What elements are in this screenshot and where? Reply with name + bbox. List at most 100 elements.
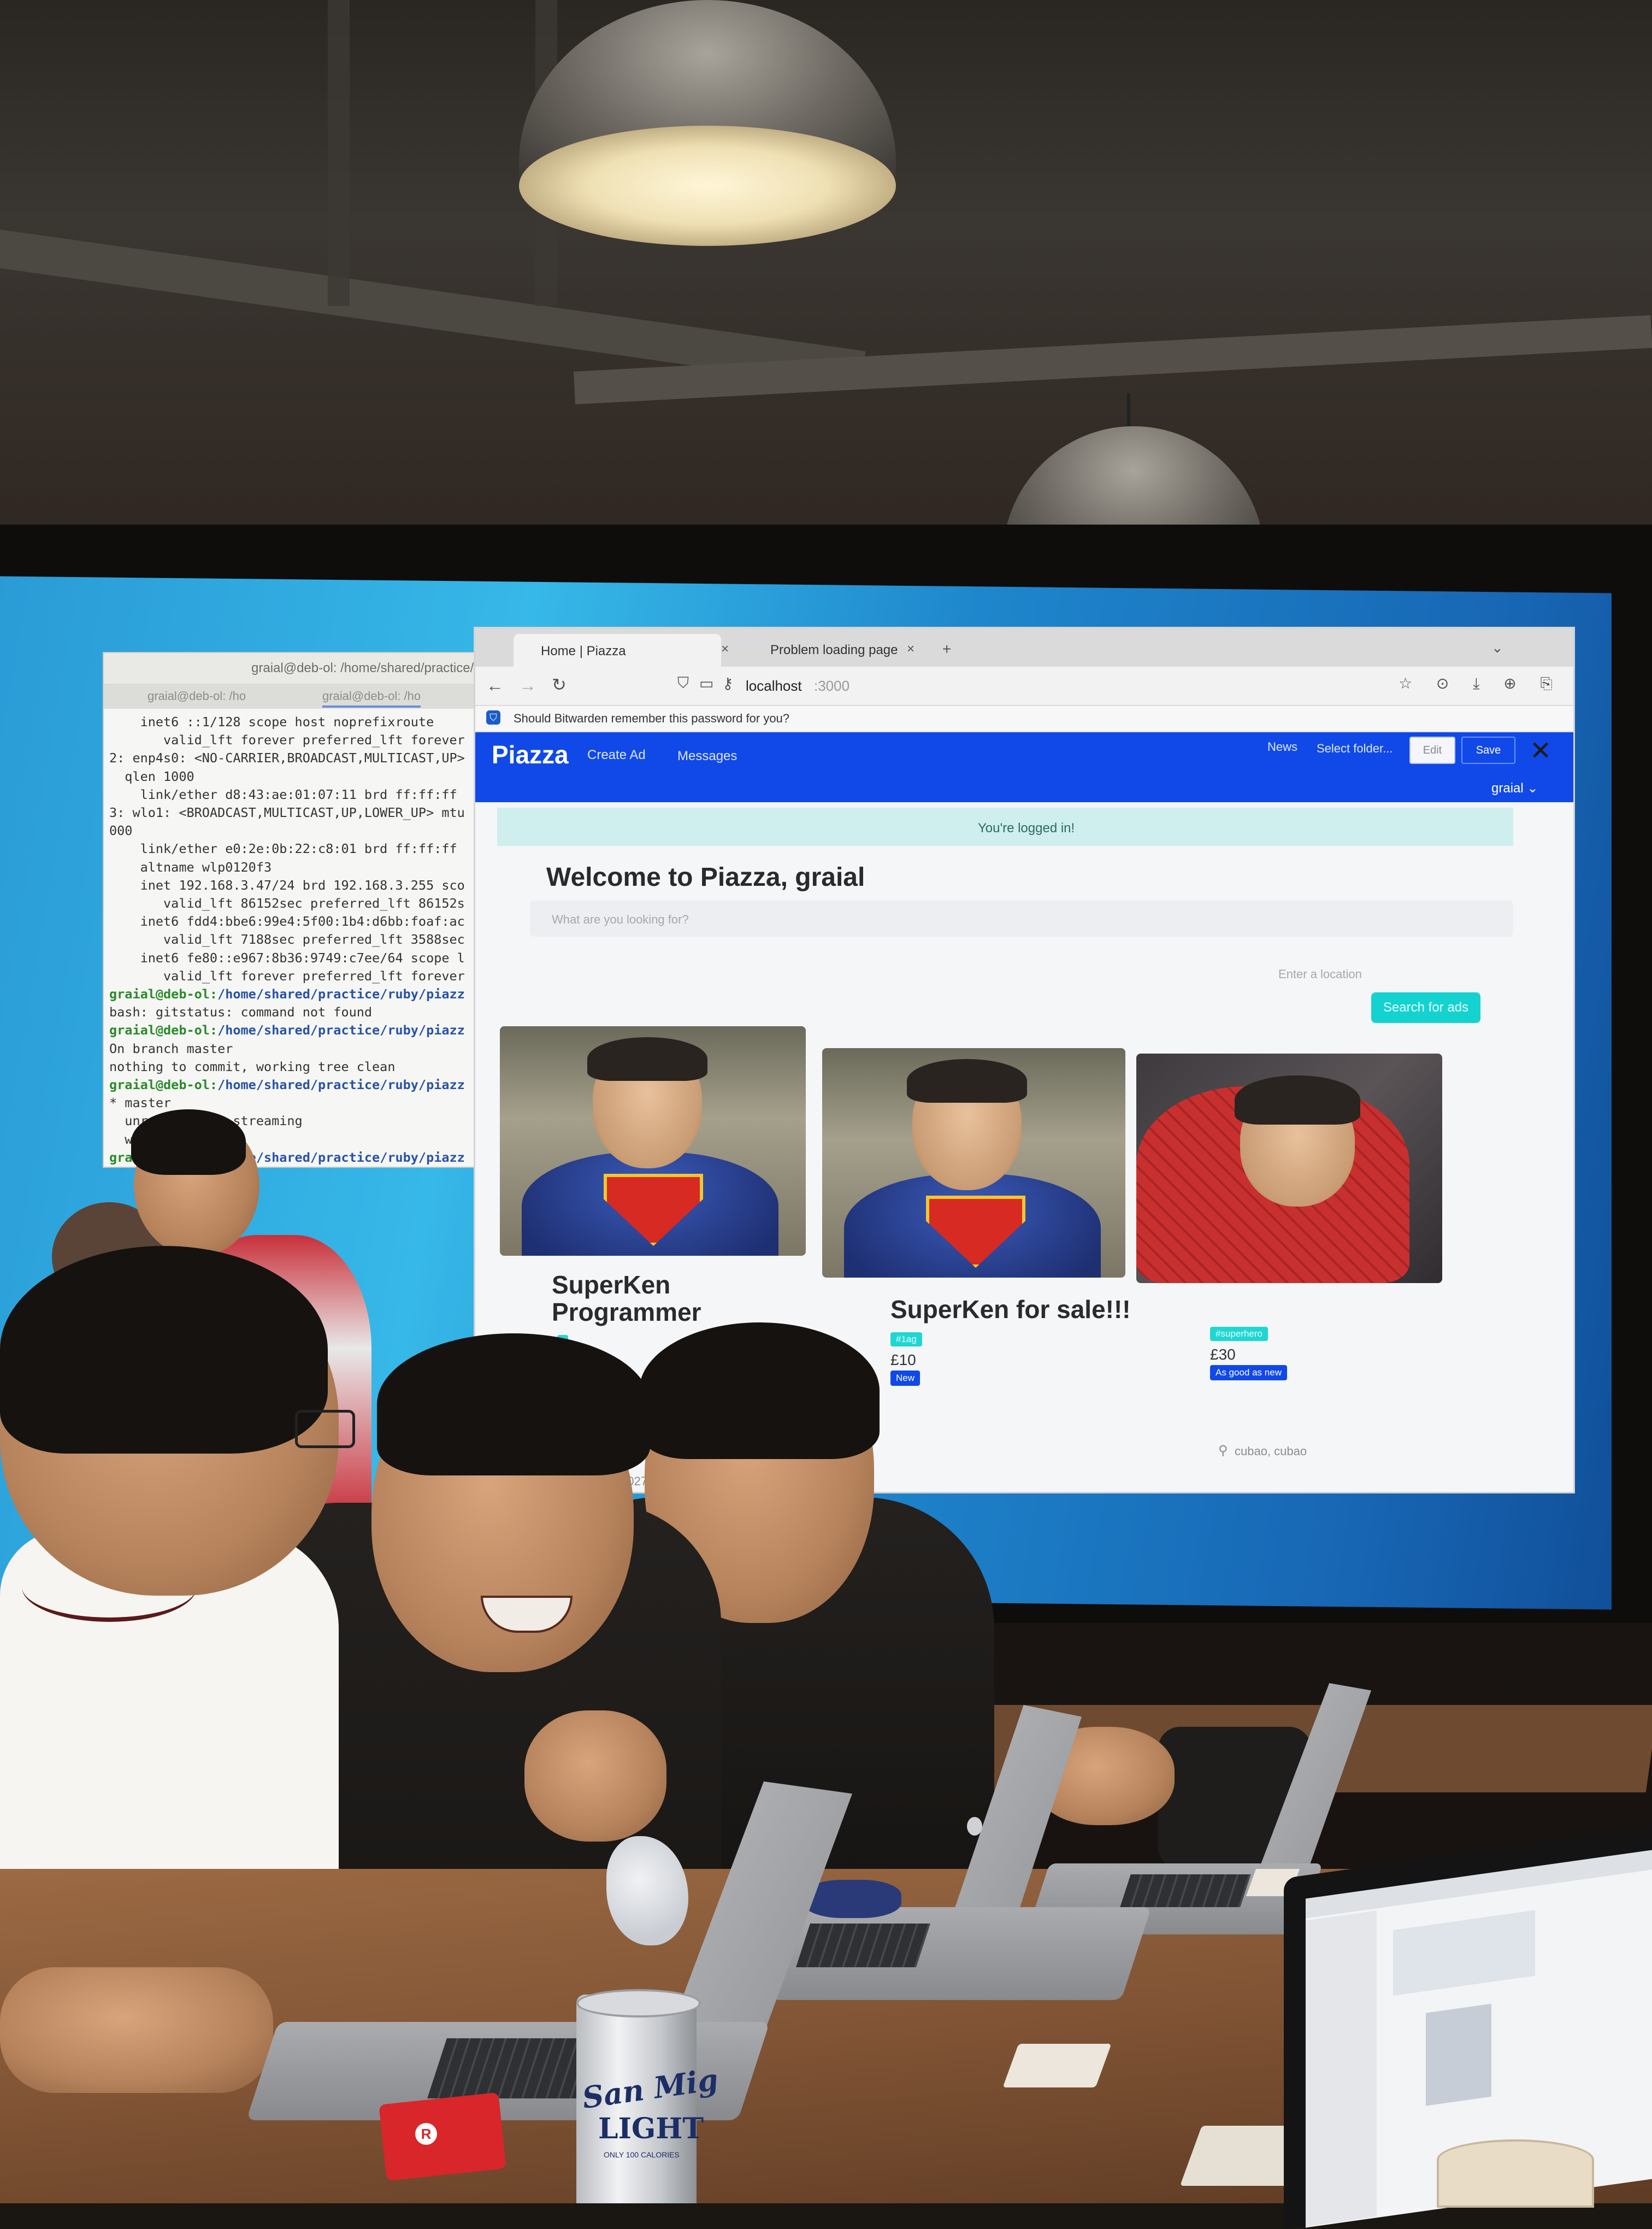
- terminal-line: On branch master: [109, 1040, 233, 1056]
- user-name: graial: [1491, 781, 1524, 796]
- terminal-output: inet6 ::1/128 scope host noprefixroute v…: [109, 713, 508, 1167]
- terminal-line: nothing to commit, working tree clean: [109, 1058, 396, 1074]
- apple-logo-icon: [967, 1817, 982, 1836]
- login-alert-text: You're logged in!: [978, 821, 1075, 836]
- app-navbar: Piazza Create Ad Messages News Select fo…: [475, 732, 1573, 775]
- person-right-hair: [639, 1322, 880, 1459]
- close-tab-icon[interactable]: ×: [907, 642, 914, 657]
- new-tab-icon[interactable]: +: [942, 640, 951, 658]
- hair: [907, 1059, 1027, 1103]
- reload-icon[interactable]: ↻: [552, 674, 567, 695]
- laptop-post-image: [1426, 2003, 1491, 2106]
- terminal-titlebar[interactable]: graial@deb-ol: /home/shared/practice/r: [104, 653, 508, 685]
- terminal-title: graial@deb-ol: /home/shared/practice/r: [251, 661, 479, 675]
- nav-create-ad[interactable]: Create Ad: [587, 748, 646, 763]
- password-prompt-text: Should Bitwarden remember this password …: [514, 711, 790, 725]
- terminal-prompt-path: /home/shared/practice/ruby/piazz: [217, 1077, 465, 1093]
- hair: [1235, 1075, 1360, 1125]
- terminal-line: graial@deb-ol:/home/shared/practice/ruby…: [109, 1021, 508, 1039]
- url-port: :3000: [814, 678, 850, 694]
- laptop-post-image: [1393, 1910, 1535, 1996]
- browser-tab-problem[interactable]: Problem loading page: [770, 643, 898, 658]
- terminal-line: valid_lft forever preferred_lft forever: [109, 968, 465, 984]
- terminal-line: link/ether d8:43:ae:01:07:11 brd ff:ff:f…: [109, 786, 457, 802]
- save-button[interactable]: Save: [1461, 737, 1515, 764]
- terminal-prompt-path: /home/shared/practice/ruby/piazz: [217, 986, 465, 1002]
- terminal-window[interactable]: graial@deb-ol: /home/shared/practice/r g…: [104, 653, 508, 1167]
- terminal-line: valid_lft 7188sec preferred_lft 3588sec: [109, 932, 465, 948]
- forward-arrow-icon[interactable]: →: [519, 675, 536, 696]
- listing-image[interactable]: [1136, 1054, 1442, 1283]
- terminal-tab-active[interactable]: graial@deb-ol: /ho: [322, 689, 421, 708]
- location-input[interactable]: Enter a location: [1278, 967, 1362, 981]
- coaster: [1002, 2044, 1112, 2087]
- listing-tag[interactable]: #1ag: [890, 1332, 922, 1346]
- terminal-line: qlen 1000: [109, 768, 194, 784]
- edit-button[interactable]: Edit: [1409, 737, 1455, 764]
- close-icon[interactable]: ✕: [1530, 736, 1551, 766]
- shield-icon[interactable]: ⛉: [677, 674, 689, 692]
- terminal-line: inet6 ::1/128 scope host noprefixroute: [109, 714, 434, 730]
- chevron-down-icon[interactable]: ⌄: [1491, 639, 1503, 656]
- terminal-prompt-user: graial@deb-ol:: [109, 1022, 218, 1038]
- listing-condition-badge: New: [890, 1371, 921, 1386]
- terminal-line: graial@deb-ol:/home/shared/practice/ruby…: [109, 985, 508, 1003]
- listing-location: cubao, cubao: [1235, 1444, 1307, 1458]
- laptop-app-sidebar: [1306, 1910, 1377, 2227]
- listing-title[interactable]: SuperKen for sale!!!: [890, 1294, 1131, 1325]
- terminal-line: inet6 fe80::e967:8b36:9749:c7ee/64 scope…: [109, 950, 465, 966]
- person-middle-fist: [524, 1710, 666, 1842]
- url-bar[interactable]: localhost: [746, 678, 802, 695]
- back-arrow-icon[interactable]: ←: [486, 675, 504, 696]
- listing-tag[interactable]: #superhero: [1210, 1327, 1268, 1341]
- key-icon[interactable]: ⚷: [722, 674, 734, 692]
- person-left-arm: [0, 1967, 273, 2093]
- red-box-logo: R: [415, 2123, 437, 2145]
- person-middle-hair: [377, 1333, 650, 1475]
- close-tab-icon[interactable]: ×: [721, 642, 729, 657]
- listing-image[interactable]: [822, 1048, 1125, 1278]
- beer-can-top: [576, 1989, 701, 2018]
- terminal-line: * master: [109, 1095, 172, 1111]
- lamp-light: [519, 126, 896, 246]
- browser-window: Home | Piazza × Problem loading page × +…: [475, 628, 1573, 1492]
- user-menu[interactable]: graial ⌄: [1491, 780, 1538, 796]
- terminal-line: graial@deb-ol:/home/shared/practice/ruby…: [109, 1076, 508, 1094]
- app-brand[interactable]: Piazza: [492, 740, 569, 769]
- terminal-line: inet6 fdd4:bbe6:99e4:5f00:1b4:d6bb:foaf:…: [109, 914, 465, 930]
- listing-price: £10: [890, 1351, 916, 1368]
- toolbar-extension-icons[interactable]: ☆ ⊙ ⤓ ⊕ ⎘ ≡: [1399, 674, 1573, 693]
- user-bar: graial ⌄: [475, 775, 1573, 802]
- red-snack-box: [379, 2092, 506, 2181]
- laptop-keyboard: [1120, 1874, 1251, 1907]
- standing-person-hair: [131, 1109, 246, 1175]
- terminal-line: altname wlp0120f3: [109, 859, 272, 875]
- browser-toolbar: ← → ↻ ⛉ ▭ ⚷ localhost :3000 ☆ ⊙ ⤓ ⊕ ⎘ ≡: [475, 667, 1573, 706]
- nav-news[interactable]: News: [1267, 740, 1297, 754]
- terminal-prompt-user: graial@deb-ol:: [109, 1077, 218, 1093]
- terminal-line: valid_lft forever preferred_lft forever: [109, 732, 465, 748]
- location-pin-icon: ⚲: [1218, 1443, 1228, 1458]
- search-input[interactable]: What are you looking for?: [530, 901, 1513, 937]
- browser-tab-label: Home | Piazza: [541, 644, 626, 658]
- bitwarden-shield-icon: ⛉: [486, 710, 500, 725]
- terminal-tab-bar: graial@deb-ol: /ho graial@deb-ol: /ho: [104, 684, 508, 709]
- laptop-keyboard: [796, 1924, 930, 1967]
- search-placeholder: What are you looking for?: [552, 913, 689, 926]
- listing-title[interactable]: SuperKen: [552, 1269, 670, 1300]
- can-sub-text: LIGHT: [598, 2112, 704, 2145]
- nav-messages[interactable]: Messages: [677, 749, 737, 764]
- search-button[interactable]: Search for ads: [1371, 992, 1480, 1023]
- listing-image[interactable]: [500, 1026, 806, 1256]
- listing-title[interactable]: Programmer: [552, 1297, 701, 1327]
- terminal-line: inet 192.168.3.47/24 brd 192.168.3.255 s…: [109, 877, 465, 893]
- browser-tab-bar: Home | Piazza × Problem loading page × +…: [475, 628, 1573, 667]
- terminal-line: bash: gitstatus: command not found: [109, 1004, 373, 1020]
- terminal-tab[interactable]: graial@deb-ol: /ho: [148, 689, 246, 703]
- coffee-cup: [1437, 2139, 1594, 2208]
- listing-price: £30: [1210, 1346, 1236, 1363]
- listing-condition-badge: As good as new: [1210, 1365, 1287, 1380]
- terminal-line: 3: wlo1: <BROADCAST,MULTICAST,UP,LOWER_U…: [109, 805, 465, 821]
- terminal-line: valid_lft 86152sec preferred_lft 86152s: [109, 896, 465, 911]
- folder-select[interactable]: Select folder...: [1317, 738, 1401, 760]
